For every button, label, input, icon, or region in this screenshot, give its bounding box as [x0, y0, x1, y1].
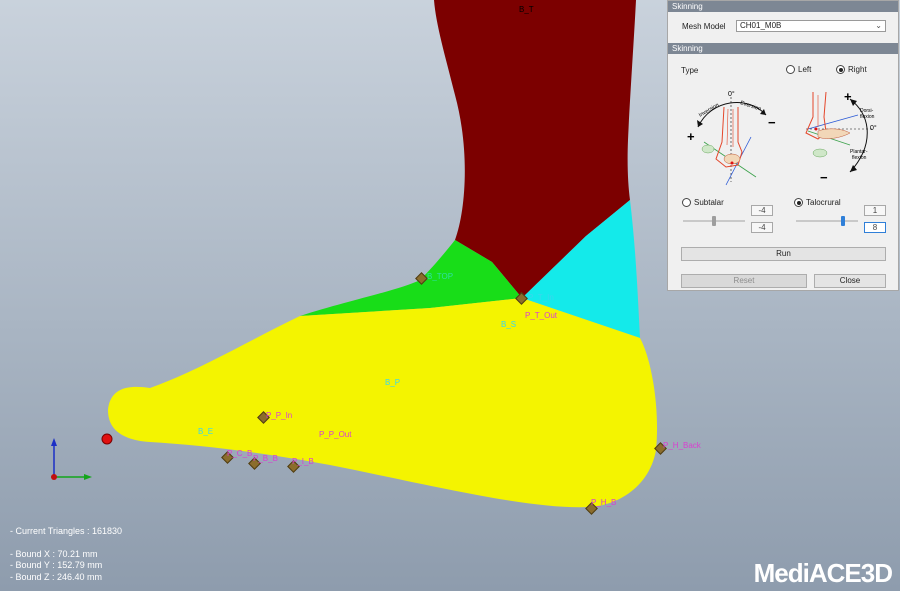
- type-label: Type: [681, 66, 699, 75]
- inversion-label: Inversion: [698, 102, 720, 118]
- chevron-down-icon: ⌄: [875, 21, 882, 30]
- angle-zero-right: 0°: [870, 124, 877, 132]
- angle-zero-left: 0°: [728, 90, 735, 98]
- panel-title: Skinning: [668, 1, 898, 12]
- mesh-model-label: Mesh Model: [682, 22, 726, 31]
- talocrural-value-2[interactable]: 8: [864, 222, 886, 233]
- landmark-label-p-t-in: P_T_In: [528, 293, 554, 302]
- landmark-label-p-c-b: P_C_B: [227, 449, 253, 458]
- foot-region: [108, 298, 658, 508]
- landmark-label-p-h-b: P_H_B: [591, 498, 617, 507]
- talocrural-label: Talocrural: [806, 198, 841, 207]
- mesh-model-select[interactable]: CH01_M0B ⌄: [736, 20, 886, 32]
- radio-subtalar-indicator: [682, 198, 691, 208]
- plantarflexion-label-2: flexion: [852, 155, 867, 161]
- plus-sign-right: +: [844, 89, 852, 104]
- radio-left-indicator: [786, 65, 795, 75]
- talocrural-slider-thumb[interactable]: [840, 216, 845, 226]
- landmark-label-b-p: B_P: [385, 378, 401, 387]
- dorsiflexion-label-2: flexion: [860, 114, 875, 120]
- radio-right-indicator: [836, 65, 845, 75]
- landmark-label-b-t: B_T: [519, 5, 534, 14]
- close-button[interactable]: Close: [814, 274, 886, 288]
- axis-z-arrow: [51, 438, 57, 446]
- radio-right[interactable]: Right: [836, 65, 867, 75]
- inversion-eversion-diagram: Inversion Eversion 0° + −: [687, 90, 776, 186]
- landmark-label-p-i-b: P_I_B: [292, 457, 314, 466]
- dorsi-plantar-diagram: Dorsi- flexion Plantar- flexion 0° + −: [805, 89, 877, 185]
- stat-triangles: - Current Triangles : 161830: [10, 526, 123, 536]
- subtalar-label: Subtalar: [694, 198, 724, 207]
- mesh-stats: - Current Triangles : 161830 - Bound X :…: [10, 526, 122, 583]
- stat-bound-x: - Bound X : 70.21 mm: [10, 548, 98, 559]
- landmark-label-p-p-in: P_P_In: [266, 411, 293, 420]
- radio-subtalar[interactable]: Subtalar: [682, 198, 724, 208]
- subtalar-value-1[interactable]: -4: [751, 205, 773, 216]
- run-button[interactable]: Run: [681, 247, 886, 261]
- talocrural-value-1[interactable]: 1: [864, 205, 886, 216]
- landmark-label-b-e: B_E: [198, 427, 214, 436]
- plus-sign-left: +: [687, 129, 695, 144]
- mediace3d-logo: MediACE3D: [753, 558, 893, 588]
- landmark-label-b-top: B_TOP: [427, 272, 454, 281]
- landmark-label-b-s: B_S: [501, 320, 517, 329]
- radio-left[interactable]: Left: [786, 65, 812, 75]
- minus-sign-right: −: [820, 170, 828, 185]
- landmark-label-p-h-back: P_H_Back: [663, 441, 701, 450]
- eversion-label: Eversion: [739, 100, 761, 112]
- minus-sign-left: −: [768, 115, 776, 130]
- stat-bound-y: - Bound Y : 152.79 mm: [10, 560, 103, 570]
- mesh-model-value: CH01_M0B: [740, 21, 782, 30]
- radio-talocrural[interactable]: Talocrural: [794, 198, 841, 208]
- axis-y-arrow: [84, 474, 92, 480]
- reset-button[interactable]: Reset: [681, 274, 807, 288]
- landmark-label-p-b-b: P_B_B: [253, 454, 278, 463]
- subtalar-value-2[interactable]: -4: [751, 222, 773, 233]
- axis-origin: [51, 474, 57, 480]
- stat-bound-z: - Bound Z : 246.40 mm: [10, 571, 103, 582]
- pivot-handle[interactable]: [101, 433, 113, 445]
- landmark-label-p-t-out: P_T_Out: [525, 311, 558, 320]
- radio-right-label: Right: [848, 65, 867, 74]
- radio-talocrural-indicator: [794, 198, 803, 208]
- skinning-panel: Skinning Mesh Model CH01_M0B ⌄ Skinning …: [667, 0, 899, 291]
- talocrural-slider-track[interactable]: [796, 220, 858, 222]
- landmark-label-p-p-out: P_P_Out: [319, 430, 352, 439]
- subtalar-slider-thumb[interactable]: [712, 216, 716, 226]
- radio-left-label: Left: [798, 65, 812, 74]
- section-title-skinning: Skinning: [668, 43, 898, 54]
